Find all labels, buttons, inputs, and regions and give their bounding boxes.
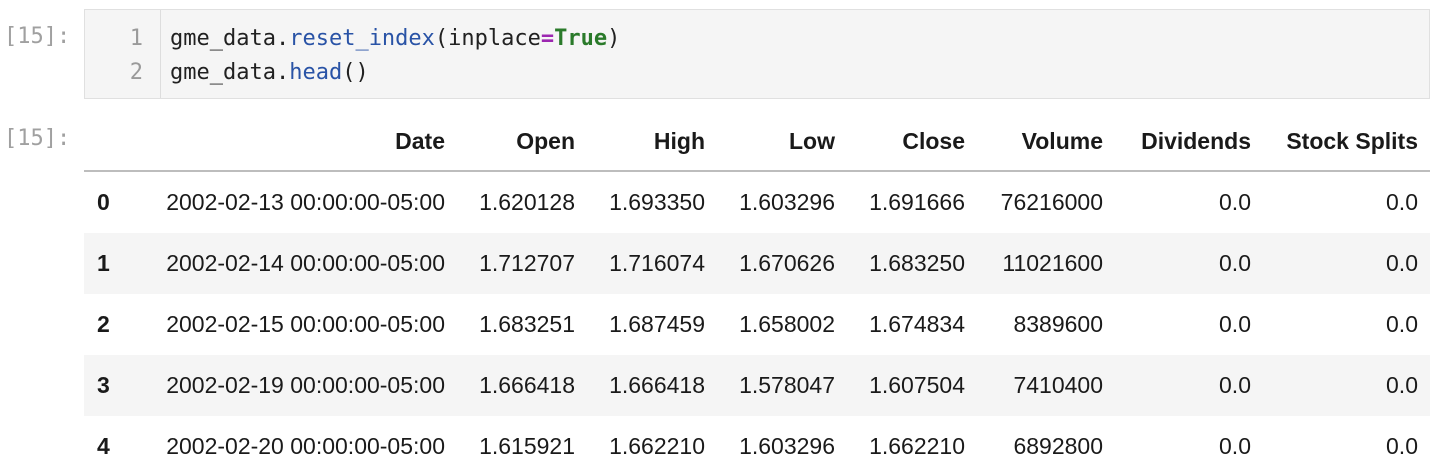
- table-cell: 1.603296: [739, 433, 835, 459]
- table-cell: 1.615921: [479, 433, 575, 459]
- table-cell: 1.658002: [739, 311, 835, 337]
- table-cell: 1.691666: [869, 189, 965, 215]
- column-header-date: Date: [126, 112, 457, 172]
- output-area: Date Open High Low Close Volume Dividend…: [84, 112, 1430, 476]
- table-cell: 1.662210: [609, 433, 705, 459]
- table-cell: 1.666418: [609, 372, 705, 398]
- table-cell: 0.0: [1219, 372, 1251, 398]
- column-header-high: High: [587, 112, 717, 172]
- table-row: 4 2002-02-20 00:00:00-05:00 1.615921 1.6622…: [84, 416, 1430, 476]
- table-header-row: Date Open High Low Close Volume Dividend…: [84, 112, 1430, 172]
- row-index: 0: [97, 189, 110, 215]
- table-cell: 0.0: [1386, 372, 1418, 398]
- table-cell: 1.662210: [869, 433, 965, 459]
- table-cell: 1.674834: [869, 311, 965, 337]
- code-line[interactable]: gme_data.head(): [170, 56, 620, 90]
- table-cell: 1.683250: [869, 250, 965, 276]
- row-index: 2: [97, 311, 110, 337]
- code-line[interactable]: gme_data.reset_index(inplace=True): [170, 22, 620, 56]
- code-token: gme_data.: [170, 60, 290, 85]
- table-cell: 0.0: [1219, 189, 1251, 215]
- table-cell: 0.0: [1386, 433, 1418, 459]
- table-cell: 0.0: [1386, 311, 1418, 337]
- table-cell: 0.0: [1219, 250, 1251, 276]
- table-cell: 0.0: [1219, 433, 1251, 459]
- table-cell: 1.687459: [609, 311, 705, 337]
- table-cell: 1.712707: [479, 250, 575, 276]
- table-cell: 2002-02-14 00:00:00-05:00: [166, 250, 445, 276]
- table-cell: 1.716074: [609, 250, 705, 276]
- table-cell: 2002-02-20 00:00:00-05:00: [166, 433, 445, 459]
- input-prompt: [15]:: [4, 24, 71, 49]
- table-cell: 0.0: [1219, 311, 1251, 337]
- notebook: [15]: 1 2 gme_data.reset_index(inplace=T…: [0, 0, 1430, 476]
- code-token: (): [342, 60, 369, 85]
- table-body: 0 2002-02-13 00:00:00-05:00 1.620128 1.6933…: [84, 171, 1430, 476]
- output-prompt: [15]:: [4, 126, 71, 151]
- table-cell: 1.693350: [609, 189, 705, 215]
- line-number-gutter: 1 2: [85, 10, 161, 98]
- column-header-dividends: Dividends: [1115, 112, 1263, 172]
- table-cell: 11021600: [1002, 250, 1103, 276]
- line-number: 2: [129, 60, 143, 85]
- column-header-open: Open: [457, 112, 587, 172]
- code-token: head: [289, 60, 343, 85]
- table-cell: 7410400: [1013, 372, 1103, 398]
- table-cell: 1.607504: [869, 372, 965, 398]
- column-header-stock-splits: Stock Splits: [1263, 112, 1430, 172]
- column-header-volume: Volume: [977, 112, 1115, 172]
- table-row: 0 2002-02-13 00:00:00-05:00 1.620128 1.6933…: [84, 171, 1430, 233]
- table-row: 3 2002-02-19 00:00:00-05:00 1.666418 1.6664…: [84, 355, 1430, 416]
- table-row: 2 2002-02-15 00:00:00-05:00 1.683251 1.6874…: [84, 294, 1430, 355]
- table-cell: 8389600: [1013, 311, 1103, 337]
- code-token: (inplace: [434, 26, 541, 51]
- column-header-close: Close: [847, 112, 977, 172]
- table-cell: 1.670626: [739, 250, 835, 276]
- row-index: 1: [97, 250, 110, 276]
- table-cell: 0.0: [1386, 189, 1418, 215]
- code-token: =: [540, 26, 555, 51]
- code-cell[interactable]: 1 2 gme_data.reset_index(inplace=True) g…: [84, 9, 1430, 99]
- code-token: True: [554, 26, 608, 51]
- line-number: 1: [129, 26, 143, 51]
- code-token: reset_index: [289, 26, 435, 51]
- table-cell: 2002-02-19 00:00:00-05:00: [166, 372, 445, 398]
- table-cell: 1.578047: [739, 372, 835, 398]
- row-index: 4: [97, 433, 110, 459]
- table-row: 1 2002-02-14 00:00:00-05:00 1.712707 1.7160…: [84, 233, 1430, 294]
- code-token: gme_data.: [170, 26, 290, 51]
- table-cell: 1.603296: [739, 189, 835, 215]
- row-index: 3: [97, 372, 110, 398]
- column-header-index: [84, 112, 126, 172]
- table-cell: 1.683251: [479, 311, 575, 337]
- table-cell: 6892800: [1013, 433, 1103, 459]
- table-cell: 76216000: [1000, 189, 1103, 215]
- code-token: ): [607, 26, 621, 51]
- column-header-low: Low: [717, 112, 847, 172]
- table-cell: 2002-02-15 00:00:00-05:00: [166, 311, 445, 337]
- table-cell: 1.620128: [479, 189, 575, 215]
- table-cell: 1.666418: [479, 372, 575, 398]
- dataframe-table: Date Open High Low Close Volume Dividend…: [84, 112, 1430, 476]
- table-cell: 0.0: [1386, 250, 1418, 276]
- code-editor[interactable]: gme_data.reset_index(inplace=True) gme_d…: [161, 10, 620, 98]
- table-cell: 2002-02-13 00:00:00-05:00: [166, 189, 445, 215]
